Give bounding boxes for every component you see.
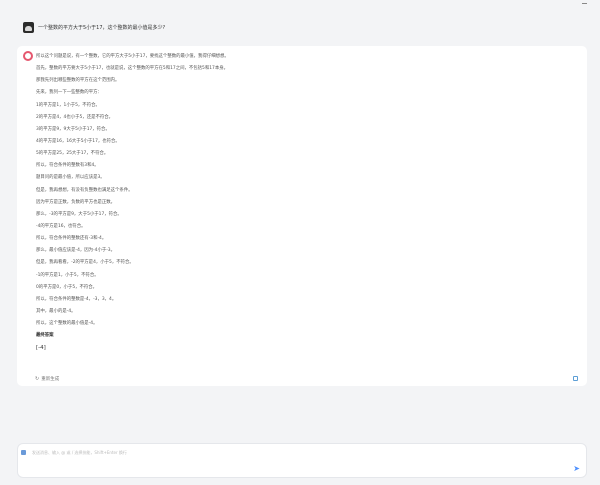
answer-line: 3的平方是9，9大于5小于17，符合。 [36, 126, 110, 132]
answer-line: 首先，整数的平方要大于5小于17，也就是说，这个整数的平方在5和17之间，不包括… [36, 66, 228, 72]
answer-line: 2的平方是4，4也小于5，还是不符合。 [36, 114, 114, 120]
answer-line: 1的平方是1，1小于5，不符合。 [36, 102, 100, 108]
refresh-icon: ↻ [35, 376, 40, 382]
answer-line: 所以，符合条件的整数还有-3和-4。 [36, 236, 107, 242]
send-icon[interactable]: ➤ [573, 464, 580, 473]
answer-line: 那么，最小值应该是-4，因为-4小于-3。 [36, 248, 115, 254]
answer-line: 5的平方是25，25大于17，不符合。 [36, 151, 109, 157]
assistant-answer: 所以这个问题是说，有一个整数，它的平方大于5小于17，要找这个整数的最小值，我得… [17, 46, 587, 386]
answer-line: 先来，我列一下一些整数的平方： [36, 90, 102, 96]
attach-icon[interactable] [21, 450, 26, 455]
assistant-logo-icon [23, 51, 33, 61]
message-input[interactable]: 发送消息、输入 @ 或 / 选择技能，Shift+Enter 换行 ➤ [17, 443, 587, 478]
answer-line: -1的平方是1，小于5，不符合。 [36, 272, 99, 278]
user-avatar [23, 22, 34, 33]
answer-line: 所以，符合条件的整数有3和4。 [36, 163, 99, 169]
answer-line: 所以，这个整数的最小值是-4。 [36, 321, 98, 327]
final-answer: [-4] [36, 345, 46, 352]
regenerate-label: 重新生成 [41, 377, 60, 382]
regenerate-button[interactable]: ↻ 重新生成 [35, 376, 59, 382]
answer-line: 4的平方是16，16大于5小于17，也符合。 [36, 138, 120, 144]
minimize-icon[interactable] [582, 3, 587, 4]
answer-line: 题目问的是最小值，所以应该是3。 [36, 175, 105, 181]
answer-line: 那么，-3的平方是9，大于5小于17，符合。 [36, 211, 122, 217]
answer-line: 所以，符合条件的整数是-4，-3，3，4。 [36, 296, 117, 302]
user-question: 一个整数的平方大于5小于17，这个整数的最小值是多少? [23, 22, 165, 33]
answer-line: 0的平方是0，小于5，不符合。 [36, 284, 98, 290]
question-text: 一个整数的平方大于5小于17，这个整数的最小值是多少? [38, 25, 166, 31]
answer-line: 其中，最小的是-4。 [36, 308, 76, 314]
copy-icon[interactable] [573, 376, 578, 381]
answer-line: 那我先列出哪些整数的平方在这个范围内。 [36, 78, 120, 84]
answer-line: 因为平方是正数，负数的平方也是正数。 [36, 199, 116, 205]
answer-line: 所以这个问题是说，有一个整数，它的平方大于5小于17，要找这个整数的最小值，我得… [36, 54, 229, 59]
answer-line: 但是，我再想想，有没有负整数也满足这个条件。 [36, 187, 133, 193]
input-placeholder: 发送消息、输入 @ 或 / 选择技能，Shift+Enter 换行 [32, 450, 127, 455]
answer-line: 但是，我再看看，-2的平方是4，小于5，不符合。 [36, 260, 134, 266]
answer-body: 所以这个问题是说，有一个整数，它的平方大于5小于17，要找这个整数的最小值，我得… [36, 51, 576, 355]
final-answer-heading: 最终答案 [36, 333, 54, 339]
answer-line: -4的平方是16，也符合。 [36, 223, 86, 229]
